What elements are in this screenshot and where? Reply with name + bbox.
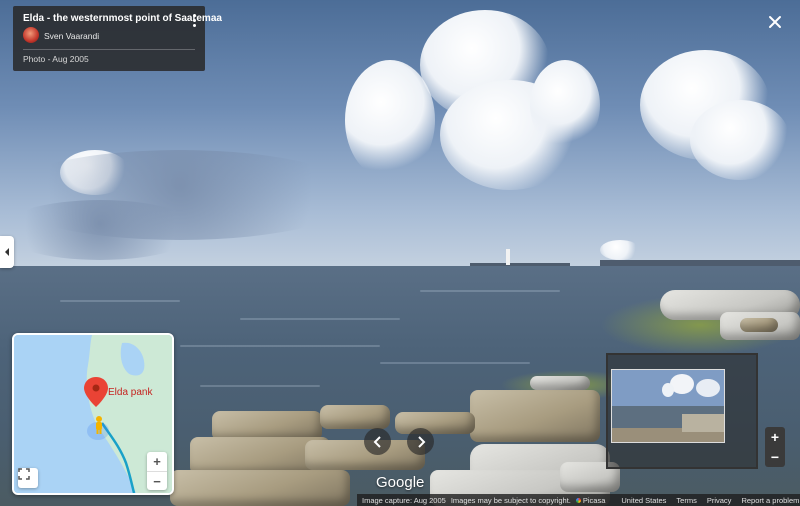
minimap-zoom-in-button[interactable]: + (147, 452, 167, 471)
zoom-control: + − (765, 427, 785, 467)
zoom-out-button[interactable]: − (765, 447, 785, 467)
wave (60, 300, 180, 302)
rock (740, 318, 778, 332)
zoom-in-button[interactable]: + (765, 427, 785, 447)
google-logo: Google (376, 474, 425, 491)
divider (23, 49, 195, 50)
terms-link[interactable]: Terms (676, 496, 696, 505)
lighthouse (506, 249, 510, 265)
next-photo-button[interactable] (407, 428, 434, 455)
rock (320, 405, 390, 429)
attribution-footer: Image capture: Aug 2005 Images may be su… (357, 494, 800, 506)
wave (180, 345, 380, 347)
picasa-icon (575, 498, 581, 504)
wave (240, 318, 400, 320)
wave (200, 385, 320, 387)
rock (395, 412, 475, 434)
more-vert-icon[interactable] (193, 14, 197, 28)
photo-thumbnail[interactable] (606, 353, 758, 469)
wave (420, 290, 560, 292)
provider-link[interactable]: Picasa (575, 496, 605, 505)
minimap-zoom-out-button[interactable]: − (147, 472, 167, 491)
chevron-right-icon (417, 435, 425, 448)
fullscreen-icon (18, 468, 30, 480)
collapse-panel-button[interactable] (0, 236, 14, 268)
map-place-label[interactable]: Elda pank (108, 387, 152, 398)
thumbnail-viewport (611, 369, 725, 443)
rock (470, 390, 600, 442)
rock (530, 376, 590, 390)
chevron-left-icon (5, 248, 9, 256)
photo-info-card: Elda - the westernmost point of Saaremaa… (13, 6, 222, 71)
author-avatar[interactable] (23, 27, 39, 43)
minimap[interactable]: Elda pank + − (12, 333, 174, 495)
chevron-left-icon (373, 435, 381, 448)
photo-date: Photo - Aug 2005 (23, 54, 89, 64)
minimap-zoom-control: + − (147, 452, 167, 490)
cloud (690, 100, 790, 180)
report-problem-link[interactable]: Report a problem (741, 496, 799, 505)
wave (380, 362, 530, 364)
country-link[interactable]: United States (621, 496, 666, 505)
copyright-notice: Images may be subject to copyright. (450, 495, 571, 505)
previous-photo-button[interactable] (364, 428, 391, 455)
close-button[interactable] (765, 12, 785, 32)
privacy-link[interactable]: Privacy (707, 496, 732, 505)
close-icon (769, 16, 781, 28)
fullscreen-button[interactable] (18, 468, 38, 488)
image-capture-date: Image capture: Aug 2005 (362, 495, 446, 505)
cloud (0, 200, 200, 260)
cloud (600, 240, 640, 260)
author-name[interactable]: Sven Vaarandi (44, 31, 99, 41)
rock (170, 470, 350, 506)
cloud (530, 60, 600, 150)
